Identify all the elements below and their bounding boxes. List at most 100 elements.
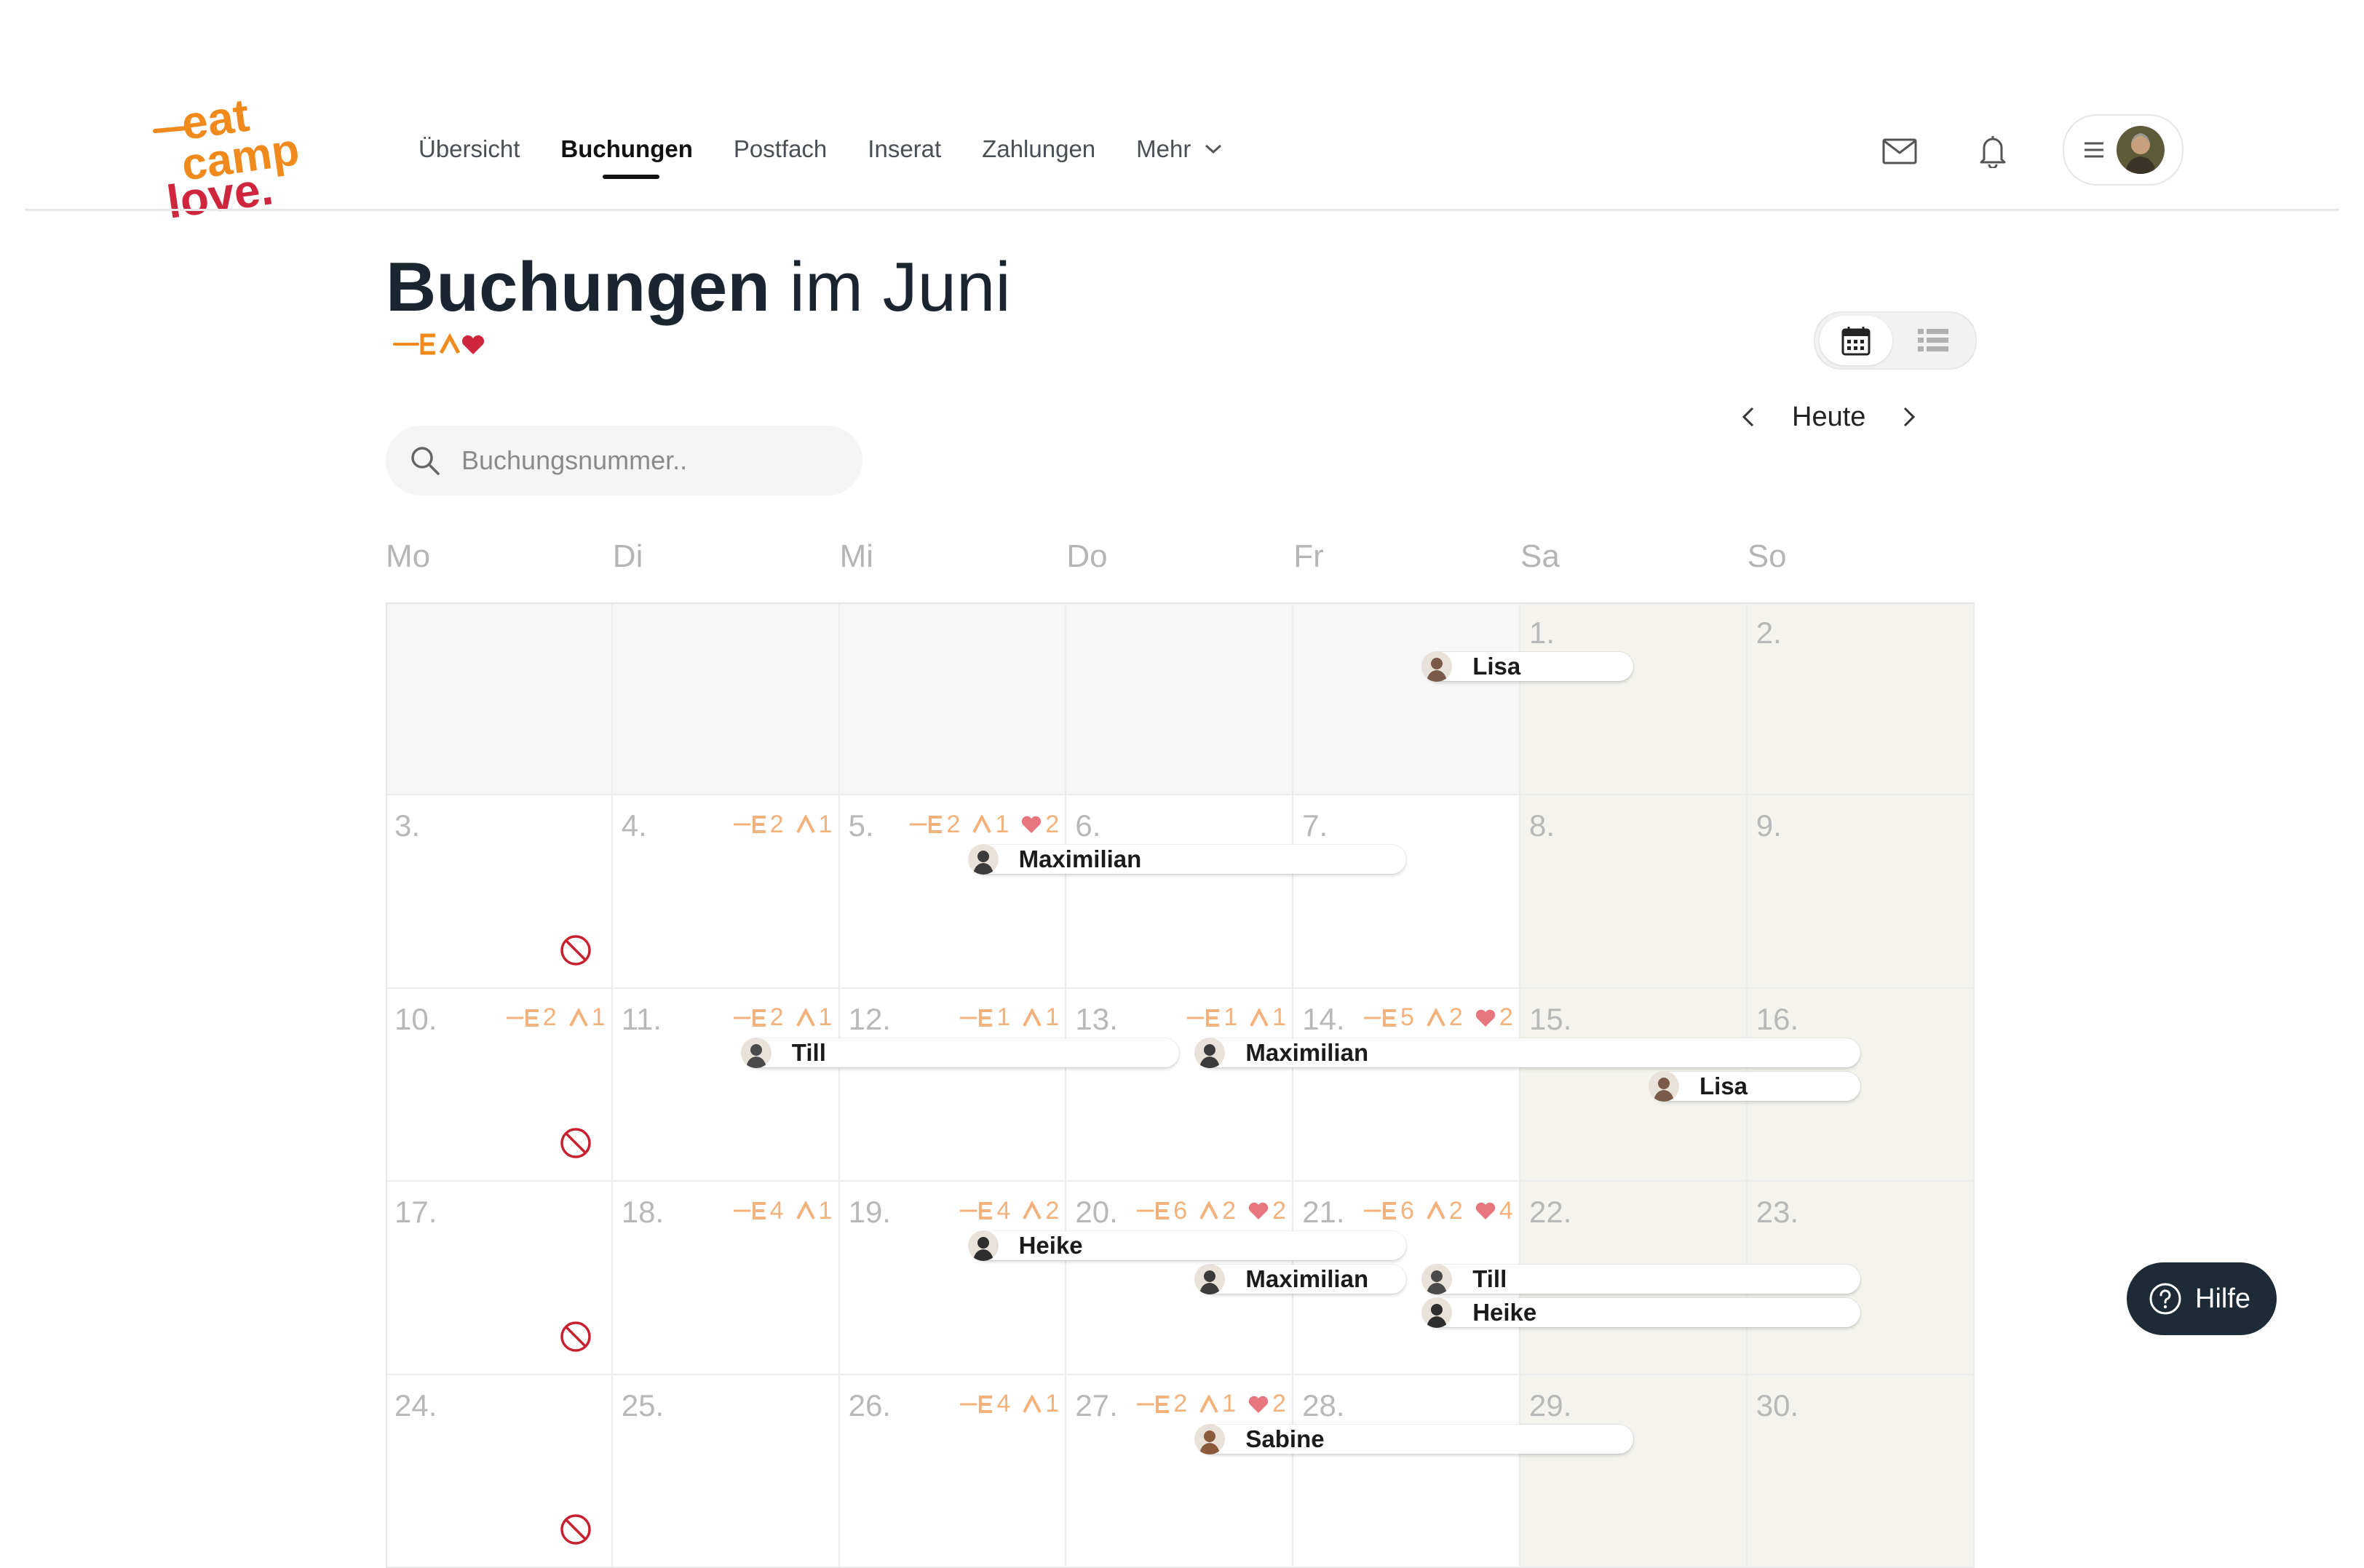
list-icon (1918, 329, 1948, 351)
camp-count: 1 (796, 811, 832, 839)
camp-count: 1 (796, 1003, 832, 1032)
calendar-day-cell[interactable]: 28. (1293, 1374, 1520, 1568)
guest-name: Heike (1472, 1299, 1537, 1326)
help-button[interactable]: Hilfe (2127, 1262, 2277, 1335)
nav-item-4[interactable]: Zahlungen (982, 135, 1095, 163)
calendar-day-cell[interactable]: 8. (1520, 795, 1748, 989)
user-menu-button[interactable] (2063, 114, 2183, 186)
user-avatar (2117, 126, 2165, 174)
meal-count-value: 2 (1173, 1390, 1188, 1418)
guest-avatar (1194, 1037, 1226, 1068)
nav-item-2[interactable]: Postfach (734, 135, 827, 163)
camp-count-value: 1 (1045, 1003, 1060, 1032)
meal-count-value: 2 (769, 810, 784, 838)
love-count: 4 (1475, 1197, 1513, 1225)
calendar-day-cell[interactable]: 2. (1747, 602, 1975, 796)
calendar-day-cell[interactable]: 25. (612, 1374, 840, 1568)
camp-icon (796, 1008, 815, 1027)
booking-bar[interactable]: Till (740, 1037, 1180, 1068)
main-nav: Übersicht Buchungen Postfach Inserat Zahlung… (419, 131, 1264, 179)
day-number: 22. (1529, 1195, 1572, 1230)
nav-item-3[interactable]: Inserat (868, 135, 941, 163)
calendar-view-button[interactable] (1820, 316, 1892, 365)
calendar-day-cell[interactable]: 6. (1066, 795, 1294, 989)
meal-count: 4 (960, 1390, 1010, 1418)
camp-icon (796, 1201, 815, 1220)
guest-name: Maximilian (1018, 845, 1142, 873)
blocked-day-icon[interactable] (559, 1513, 595, 1549)
camp-count-value: 1 (995, 810, 1010, 838)
booking-bar[interactable]: Sabine (1194, 1423, 1633, 1454)
camp-icon (1199, 1201, 1218, 1220)
calendar-day-cell[interactable]: 1. (1520, 602, 1748, 796)
calendar-grid: 1. 2. 3. 4. 5. 6. 7. 8. 9. 10. 11. 12. 13. 14. 15. 16. 1… (386, 602, 1975, 1568)
meal-count-value: 1 (996, 1003, 1011, 1032)
camp-count-value: 2 (1448, 1196, 1463, 1225)
calendar-day-cell[interactable]: 29. (1520, 1374, 1748, 1568)
day-number: 6. (1075, 808, 1101, 843)
help-icon (2149, 1283, 2181, 1315)
search-box (386, 426, 862, 496)
calendar-day-cell[interactable]: 30. (1747, 1374, 1975, 1568)
camp-count: 1 (1022, 1390, 1059, 1418)
calendar-day-cell[interactable]: 24. (386, 1374, 613, 1568)
booking-bar[interactable]: Lisa (1649, 1070, 1860, 1102)
booking-bar[interactable]: Maximilian (967, 844, 1407, 875)
meal-icon (1137, 1395, 1170, 1413)
bell-icon[interactable] (1972, 131, 2013, 172)
love-count-value: 2 (1045, 810, 1060, 838)
day-number: 10. (394, 1001, 437, 1036)
day-number: 20. (1075, 1195, 1118, 1230)
calendar-day-cell[interactable]: 9. (1747, 795, 1975, 989)
day-stats: 21 (733, 808, 832, 840)
weekday-label: Mo (386, 538, 431, 574)
booking-bar[interactable]: Lisa (1421, 651, 1633, 682)
day-number: 16. (1756, 1001, 1799, 1036)
guest-avatar (1421, 1264, 1453, 1295)
blocked-day-icon[interactable] (559, 934, 595, 970)
top-header: eat camp love. Übersicht Buchungen Postfac… (0, 0, 2364, 228)
blocked-day-icon[interactable] (559, 1320, 595, 1356)
eatcamplove-logo[interactable]: eat camp love. (149, 95, 328, 236)
booking-bar[interactable]: Heike (1421, 1297, 1860, 1329)
nav-item-more[interactable]: Mehr (1136, 135, 1223, 163)
chevron-left-icon[interactable] (1740, 404, 1757, 430)
weekday-label: So (1747, 538, 1787, 574)
nav-item-1[interactable]: Buchungen (560, 135, 693, 179)
booking-bar[interactable]: Maximilian (1194, 1264, 1407, 1295)
booking-bar[interactable]: Heike (967, 1230, 1407, 1262)
mail-icon[interactable] (1879, 131, 1920, 172)
meal-count-value: 4 (996, 1390, 1011, 1418)
chevron-right-icon[interactable] (1900, 404, 1918, 430)
camp-count: 2 (1426, 1003, 1463, 1032)
day-number: 9. (1756, 808, 1782, 843)
title-rest: im Juni (789, 248, 1011, 326)
camp-count-value: 1 (818, 1196, 833, 1225)
meal-icon (1364, 1202, 1396, 1220)
camp-icon (568, 1008, 588, 1027)
meal-icon (960, 1395, 993, 1413)
day-number: 5. (848, 808, 874, 843)
day-stats: 41 (733, 1195, 833, 1227)
blocked-day-icon[interactable] (559, 1126, 595, 1163)
meal-count-value: 2 (946, 810, 961, 838)
logo-graphic: eat camp love. (153, 95, 302, 228)
calendar-day-cell[interactable]: 3. (386, 795, 613, 989)
today-button[interactable]: Heute (1792, 402, 1865, 433)
meal-count-value: 1 (1223, 1003, 1238, 1032)
camp-count: 1 (1249, 1003, 1286, 1032)
calendar-day-cell[interactable]: 17. (386, 1182, 613, 1375)
booking-bar[interactable]: Maximilian (1194, 1037, 1860, 1068)
meal-count-value: 4 (996, 1196, 1011, 1225)
search-input[interactable] (460, 445, 841, 477)
camp-count: 1 (568, 1003, 606, 1032)
list-view-button[interactable] (1897, 316, 1970, 365)
love-count-value: 4 (1499, 1196, 1513, 1225)
calendar-day-cell[interactable]: 7. (1293, 795, 1520, 989)
booking-bar[interactable]: Till (1421, 1264, 1860, 1295)
camp-icon (972, 815, 992, 834)
camp-count: 2 (1022, 1197, 1059, 1225)
day-number: 8. (1529, 808, 1555, 843)
nav-item-0[interactable]: Übersicht (419, 135, 520, 163)
weekday-label: Mi (839, 538, 874, 574)
